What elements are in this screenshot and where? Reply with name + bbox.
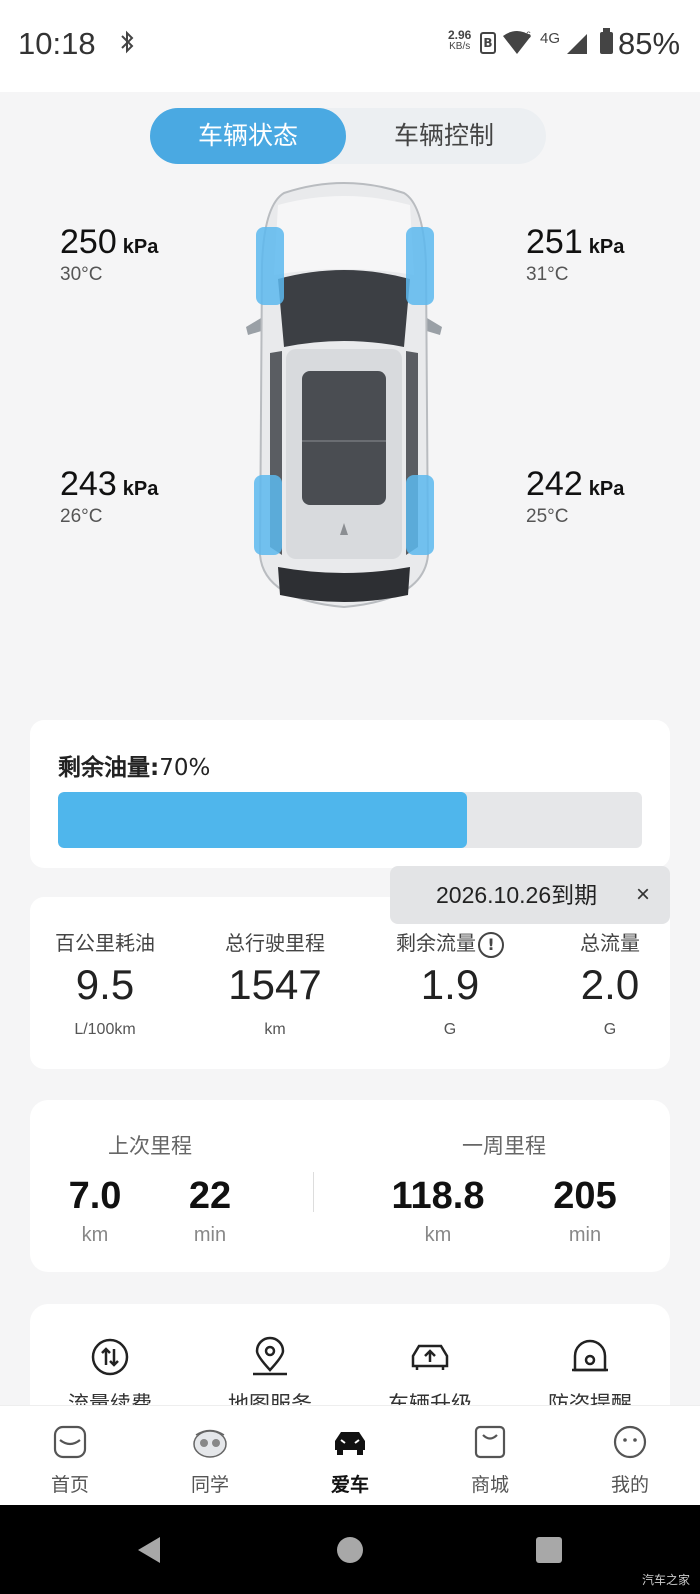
trip-divider — [313, 1172, 314, 1212]
nav-my-car[interactable]: 爱车 — [280, 1406, 420, 1506]
nav-label: 爱车 — [330, 1474, 369, 1496]
tab-vehicle-status[interactable]: 车辆状态 — [150, 108, 346, 164]
tire-pressure: 242 — [526, 465, 583, 503]
fuel-level-fill — [58, 792, 467, 848]
tire-pressure: 250 — [60, 223, 117, 261]
tire-pressure: 251 — [526, 223, 583, 261]
tire-temperature: 25°C — [526, 506, 569, 527]
info-icon[interactable]: ! — [478, 931, 504, 958]
car-upgrade-icon — [411, 1344, 449, 1370]
watermark: 汽车之家 — [641, 1573, 690, 1587]
week-trip-duration-unit: min — [568, 1224, 602, 1246]
last-trip-title: 上次里程 — [108, 1134, 192, 1158]
tire-front-left: 250 kPa 30°C — [60, 223, 158, 286]
tire-pressure: 243 — [60, 465, 117, 503]
tire-rear-right: 242 kPa 25°C — [526, 465, 624, 528]
car-top-view-illustration — [246, 182, 442, 609]
week-trip-title: 一周里程 — [462, 1134, 546, 1158]
tire-temperature: 26°C — [60, 506, 103, 527]
nav-profile[interactable]: 我的 — [560, 1406, 700, 1506]
tire-temperature: 30°C — [60, 264, 103, 285]
last-trip-duration-unit: min — [193, 1224, 227, 1246]
home-button-icon[interactable] — [337, 1537, 363, 1563]
hd-badge: B — [480, 32, 496, 54]
tire-temperature: 31°C — [526, 264, 569, 285]
network-type: 4G — [540, 30, 561, 47]
tire-pressure-unit: kPa — [122, 478, 159, 500]
battery-level: 85% — [618, 26, 681, 61]
battery-icon — [600, 28, 613, 54]
back-icon[interactable] — [136, 1535, 162, 1565]
wifi-icon: 6 — [502, 30, 532, 60]
tire-pressure-unit: kPa — [588, 478, 625, 500]
tire-status-panel: 250 kPa 30°C 251 kPa 31°C 243 kPa 26°C 242 k… — [0, 175, 700, 680]
bluetooth-icon — [120, 30, 134, 60]
last-trip-distance-unit: km — [81, 1224, 109, 1246]
profile-icon — [613, 1425, 647, 1459]
trip-mileage-card: 上次里程 7.0 km 22 min 一周里程 118.8 km 205 min — [30, 1100, 670, 1272]
tire-rear-left: 243 kPa 26°C — [60, 465, 158, 528]
alarm-icon — [572, 1339, 608, 1372]
signal-icon — [565, 32, 589, 60]
fuel-level-bar — [58, 792, 642, 848]
data-plan-expiry-tooltip: 2026.10.26到期 × — [390, 866, 670, 924]
bottom-navigation: 首页 同学 爱车 商城 我的 — [0, 1405, 700, 1505]
last-trip-distance: 7.0 — [68, 1175, 122, 1217]
status-time: 10:18 — [18, 26, 96, 61]
nav-home[interactable]: 首页 — [0, 1406, 140, 1506]
status-bar: 10:18 2.96 KB/s B 6 4G 85% — [0, 0, 700, 92]
fuel-level-card: 剩余油量:70% — [30, 720, 670, 868]
network-speed: 2.96 KB/s — [448, 28, 472, 52]
week-trip-distance-unit: km — [424, 1224, 452, 1246]
recent-apps-icon[interactable] — [536, 1537, 562, 1563]
svg-text:6: 6 — [526, 30, 531, 40]
week-trip-duration: 205 — [553, 1175, 617, 1217]
tab-vehicle-control[interactable]: 车辆控制 — [346, 108, 542, 164]
week-trip-distance: 118.8 — [391, 1175, 485, 1217]
expiry-text: 2026.10.26到期 — [436, 882, 598, 908]
tire-pressure-unit: kPa — [122, 236, 159, 258]
nav-label: 商城 — [470, 1474, 509, 1496]
nav-shop[interactable]: 商城 — [420, 1406, 560, 1506]
community-icon — [193, 1429, 227, 1458]
map-pin-icon — [253, 1336, 287, 1376]
fuel-level-text: 剩余油量:70% — [58, 755, 211, 781]
nav-label: 同学 — [190, 1474, 229, 1496]
car-icon — [335, 1432, 365, 1455]
data-transfer-icon — [91, 1338, 129, 1376]
view-tab-switch: 车辆状态 车辆控制 — [150, 108, 546, 164]
shop-icon — [474, 1425, 506, 1459]
nav-label: 首页 — [50, 1474, 89, 1496]
home-icon — [53, 1425, 87, 1459]
system-navigation-bar: 汽车之家 — [0, 1505, 700, 1594]
last-trip-duration: 22 — [188, 1175, 232, 1217]
tire-pressure-unit: kPa — [588, 236, 625, 258]
nav-label: 我的 — [610, 1474, 649, 1496]
close-icon[interactable]: × — [636, 866, 650, 924]
tire-front-right: 251 kPa 31°C — [526, 223, 624, 286]
nav-community[interactable]: 同学 — [140, 1406, 280, 1506]
